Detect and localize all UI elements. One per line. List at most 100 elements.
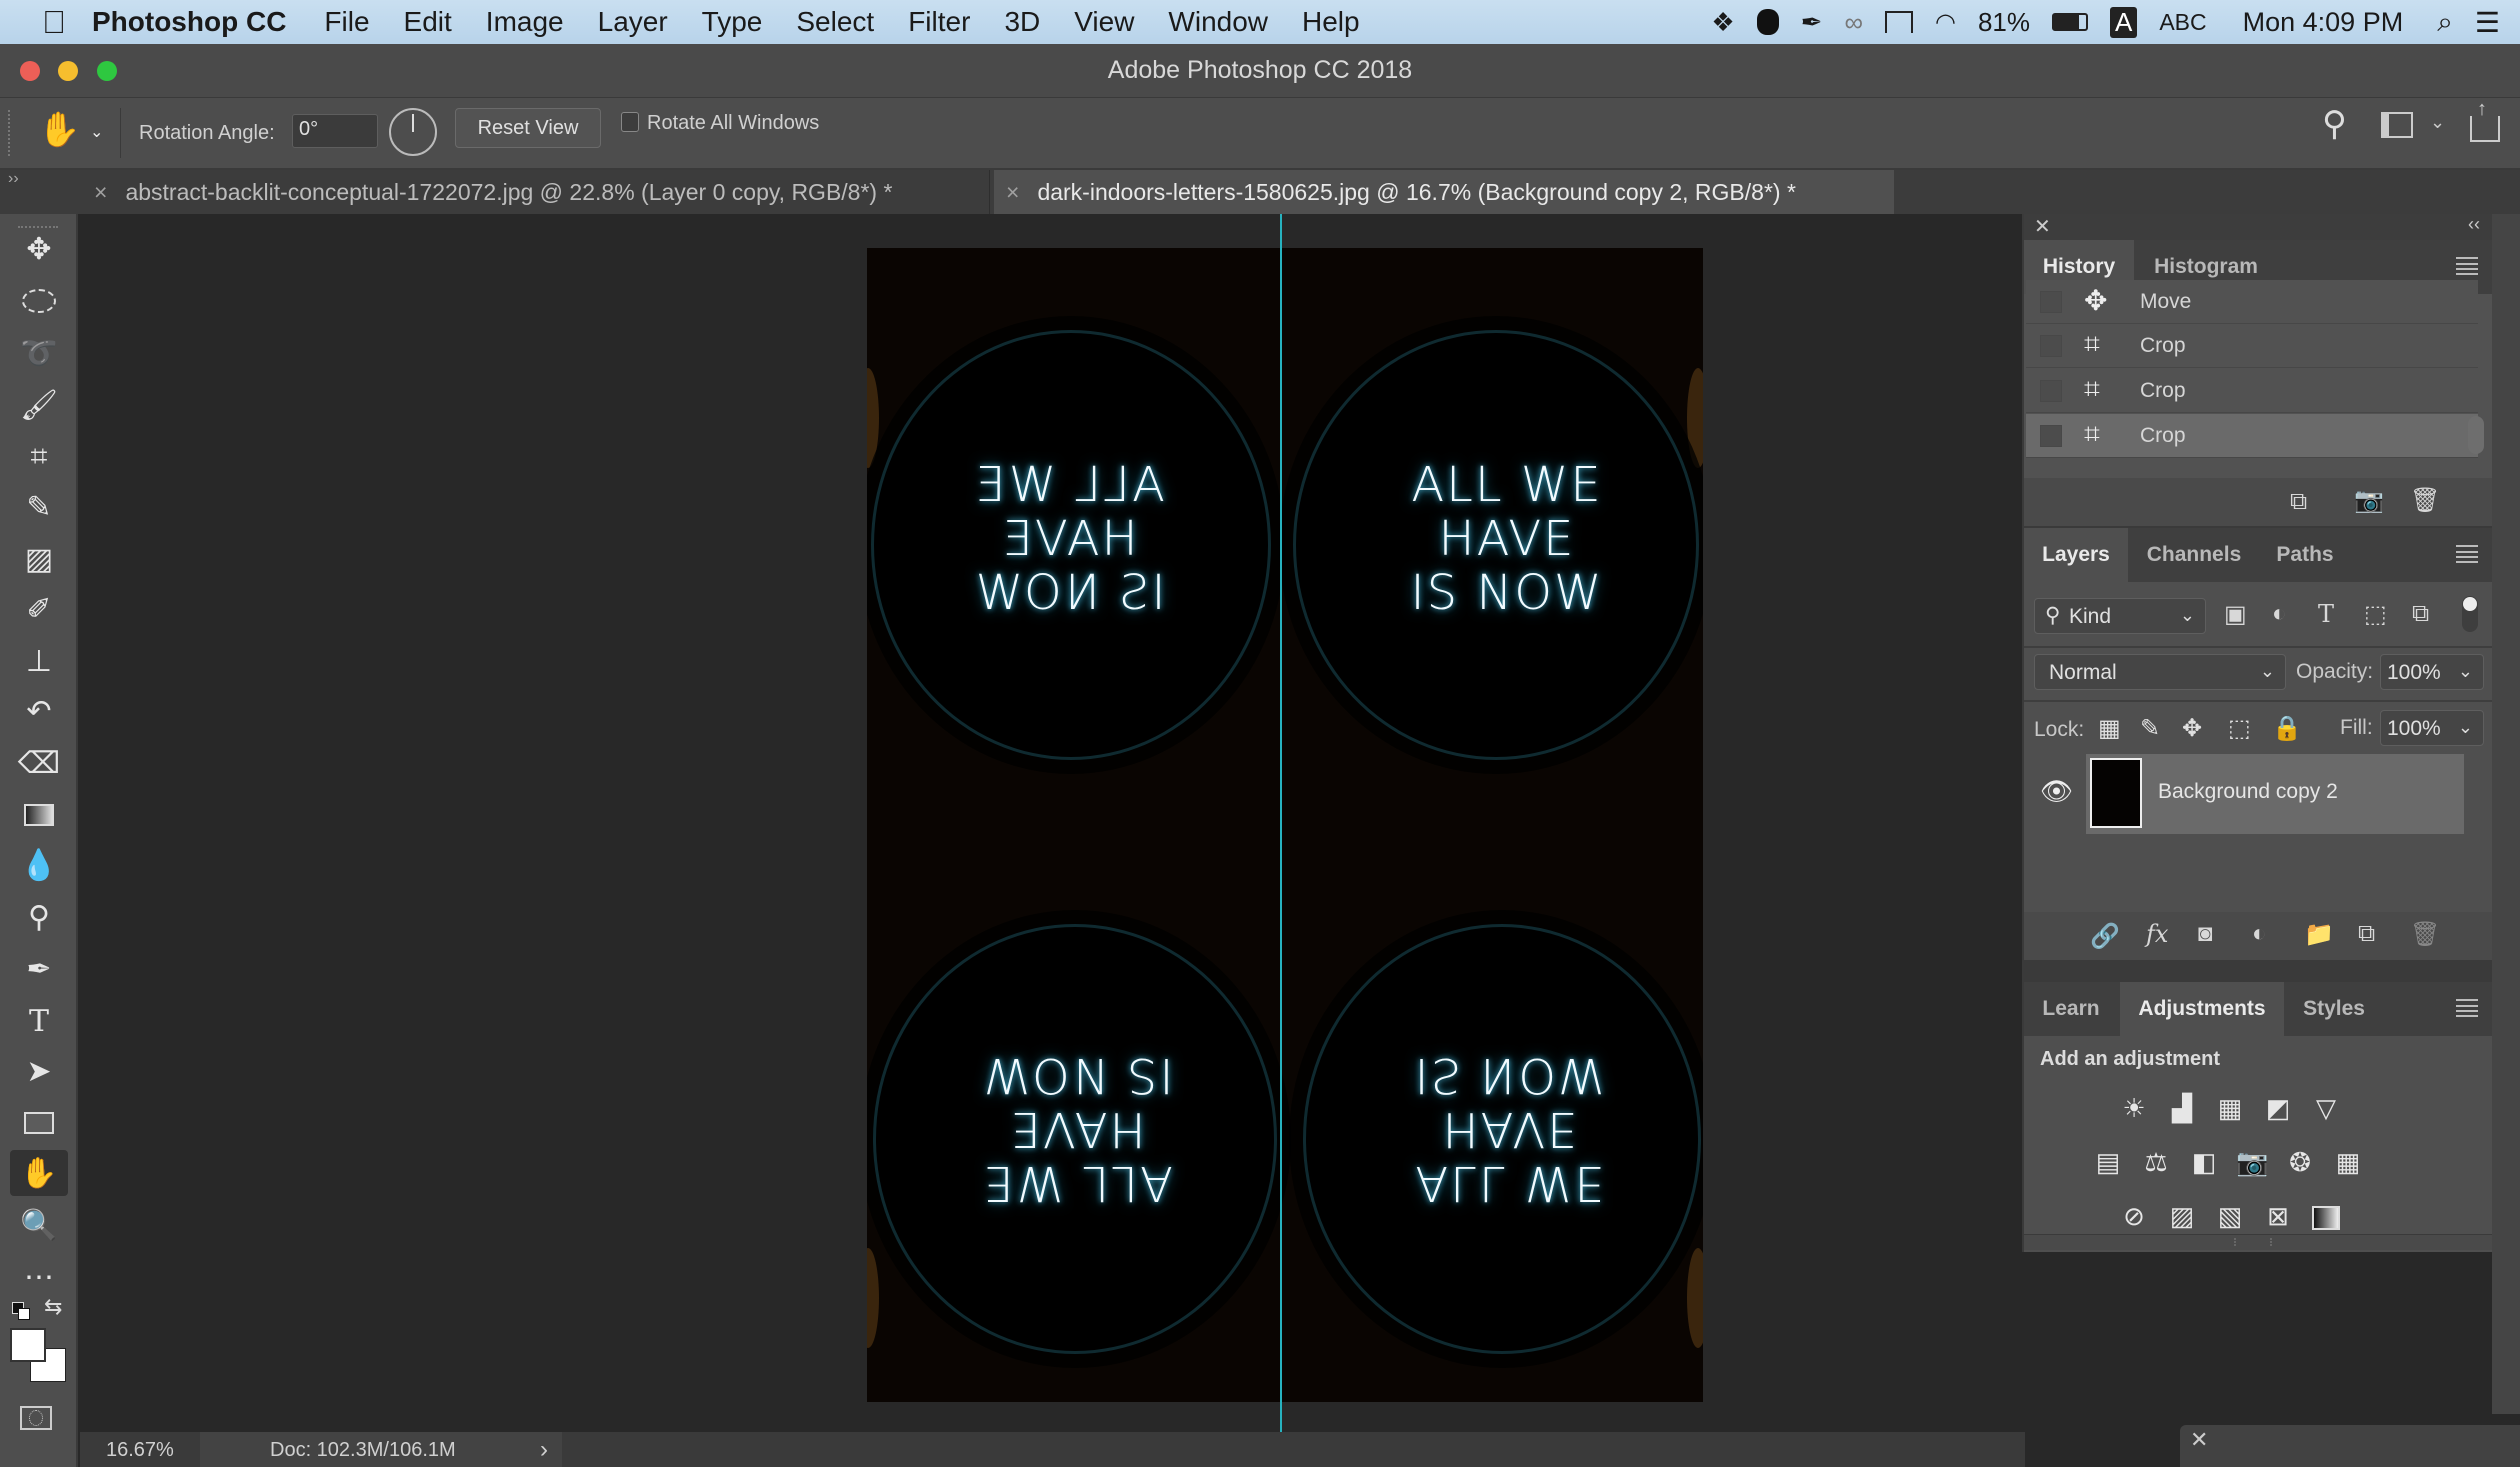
color-balance-icon[interactable]: ⚖: [2140, 1148, 2172, 1176]
threshold-icon[interactable]: ▧: [2214, 1202, 2246, 1230]
quill-icon[interactable]: ✒: [1801, 7, 1823, 38]
exposure-icon[interactable]: ◩: [2262, 1094, 2294, 1122]
crop-tool[interactable]: ⌗: [10, 434, 68, 480]
channel-mixer-icon[interactable]: ❂: [2284, 1148, 2316, 1176]
tab-layers[interactable]: Layers: [2024, 528, 2128, 582]
share-icon[interactable]: ↑: [2470, 98, 2500, 142]
menu-help[interactable]: Help: [1302, 6, 1360, 38]
rectangle-tool[interactable]: [10, 1100, 68, 1146]
lock-transparent-pixels-icon[interactable]: ▦: [2098, 714, 2121, 743]
path-selection-tool[interactable]: ➤: [10, 1048, 68, 1094]
menu-app-name[interactable]: Photoshop CC: [92, 6, 286, 38]
filter-pixel-layers-icon[interactable]: ▣: [2224, 600, 2247, 629]
collapse-dock-icon[interactable]: ‹‹: [2468, 214, 2480, 235]
menu-filter[interactable]: Filter: [908, 6, 970, 38]
tab-paths[interactable]: Paths: [2260, 528, 2350, 582]
history-snapshot-checkbox[interactable]: [2040, 380, 2062, 402]
close-dock-icon[interactable]: ✕: [2034, 214, 2051, 239]
opacity-chevron-icon[interactable]: ⌄: [2458, 661, 2473, 682]
rotation-dial[interactable]: [389, 108, 437, 156]
history-snapshot-checkbox[interactable]: [2040, 335, 2062, 357]
tab-styles[interactable]: Styles: [2286, 982, 2382, 1036]
history-item[interactable]: ✥ Move: [2026, 280, 2478, 324]
history-snapshot-checkbox[interactable]: [2040, 425, 2062, 447]
close-tab-icon[interactable]: ×: [94, 179, 107, 205]
tab-channels[interactable]: Channels: [2130, 528, 2258, 582]
rotate-view-tool[interactable]: ✋: [10, 1150, 68, 1196]
app-tray-icon[interactable]: [1756, 9, 1779, 35]
search-icon[interactable]: ⚲: [2322, 104, 2347, 144]
fill-chevron-icon[interactable]: ⌄: [2458, 717, 2473, 738]
eyedropper-tool[interactable]: ✎: [10, 484, 68, 530]
new-adjustment-layer-icon[interactable]: ◐: [2252, 920, 2267, 948]
history-item[interactable]: ⌗ Crop: [2026, 324, 2478, 368]
rotate-all-windows-label[interactable]: Rotate All Windows: [647, 112, 819, 135]
menu-layer[interactable]: Layer: [598, 6, 668, 38]
black-white-icon[interactable]: ◧: [2188, 1148, 2220, 1176]
lasso-tool[interactable]: ➰: [10, 330, 68, 376]
close-tab-icon[interactable]: ×: [1006, 179, 1019, 205]
creative-cloud-icon[interactable]: ∞: [1844, 7, 1863, 38]
dodge-tool[interactable]: ⚲: [10, 894, 68, 940]
airplay-icon[interactable]: [1884, 11, 1913, 33]
add-layer-mask-icon[interactable]: ◙: [2198, 920, 2213, 948]
adjustments-panel-menu-icon[interactable]: [2456, 999, 2478, 1017]
link-layers-icon[interactable]: 🔗: [2090, 922, 2120, 951]
create-snapshot-icon[interactable]: 📷: [2354, 486, 2384, 515]
selective-color-icon[interactable]: ⊠: [2262, 1202, 2294, 1230]
status-menu-arrow[interactable]: ›: [540, 1436, 548, 1464]
rotate-all-windows-checkbox[interactable]: [621, 112, 639, 132]
menu-3d[interactable]: 3D: [1004, 6, 1040, 38]
filter-shape-layers-icon[interactable]: ⬚: [2364, 600, 2387, 629]
history-scrollbar[interactable]: [2468, 416, 2484, 454]
vibrance-icon[interactable]: ▽: [2310, 1094, 2342, 1122]
input-source-label[interactable]: ABC: [2159, 9, 2206, 36]
input-source-badge[interactable]: A: [2109, 6, 2138, 38]
move-tool[interactable]: ✥: [10, 226, 68, 272]
panel-resize-grip[interactable]: [2024, 1234, 2492, 1250]
wifi-icon[interactable]: ◠: [1935, 8, 1956, 37]
photo-filter-icon[interactable]: 📷: [2236, 1148, 2268, 1176]
eraser-tool[interactable]: ⌫: [10, 740, 68, 786]
quick-selection-tool[interactable]: 🖌: [10, 382, 68, 428]
healing-brush-tool[interactable]: ▨: [10, 536, 68, 582]
gradient-tool[interactable]: [10, 792, 68, 838]
clone-stamp-tool[interactable]: ⊥: [10, 638, 68, 684]
history-snapshot-checkbox[interactable]: [2040, 291, 2062, 313]
delete-state-icon[interactable]: 🗑: [2410, 486, 2440, 515]
apple-logo-icon[interactable]: : [42, 4, 70, 41]
menu-file[interactable]: File: [324, 6, 369, 38]
curves-icon[interactable]: ▦: [2214, 1094, 2246, 1122]
options-grip[interactable]: [8, 110, 12, 156]
document-tab[interactable]: × abstract-backlit-conceptual-1722072.jpg…: [80, 170, 990, 214]
lock-image-pixels-icon[interactable]: ✎: [2140, 714, 2160, 743]
reset-view-button[interactable]: Reset View: [455, 108, 601, 148]
menu-window[interactable]: Window: [1168, 6, 1268, 38]
document-tab-active[interactable]: × dark-indoors-letters-1580625.jpg @ 16.7…: [994, 170, 1894, 214]
delete-layer-icon[interactable]: 🗑: [2410, 920, 2440, 949]
history-panel-menu-icon[interactable]: [2456, 257, 2478, 275]
close-panel-icon[interactable]: ✕: [2190, 1427, 2208, 1453]
layer-visibility-eye-icon[interactable]: 👁: [2040, 776, 2073, 807]
brush-tool[interactable]: ✐: [10, 586, 68, 632]
toolbar-collapse-icon[interactable]: ››: [8, 170, 19, 188]
fill-input[interactable]: 100% ⌄: [2380, 710, 2484, 746]
lock-all-icon[interactable]: 🔒: [2272, 714, 2302, 743]
posterize-icon[interactable]: ▨: [2166, 1202, 2198, 1230]
new-document-from-state-icon[interactable]: ⧉: [2290, 488, 2307, 516]
swap-colors-icon[interactable]: ⇆: [44, 1294, 62, 1320]
menubar-clock[interactable]: Mon 4:09 PM: [2243, 7, 2404, 38]
layers-panel-menu-icon[interactable]: [2456, 545, 2478, 563]
type-tool[interactable]: T: [10, 998, 68, 1044]
spotlight-search-icon[interactable]: ⌕: [2437, 6, 2453, 39]
layer-row-selected[interactable]: 👁 Background copy 2: [2024, 754, 2464, 834]
rotation-angle-input[interactable]: 0°: [292, 114, 378, 148]
gradient-map-icon[interactable]: [2310, 1202, 2342, 1231]
history-item-selected[interactable]: ⌗ Crop: [2026, 414, 2478, 458]
zoom-level[interactable]: 16.67%: [106, 1439, 174, 1462]
history-brush-tool[interactable]: ↶: [10, 688, 68, 734]
filter-smart-objects-icon[interactable]: ⧉: [2412, 600, 2429, 628]
menu-view[interactable]: View: [1074, 6, 1134, 38]
new-layer-icon[interactable]: ⧉: [2358, 920, 2375, 948]
history-item[interactable]: ⌗ Crop: [2026, 369, 2478, 413]
